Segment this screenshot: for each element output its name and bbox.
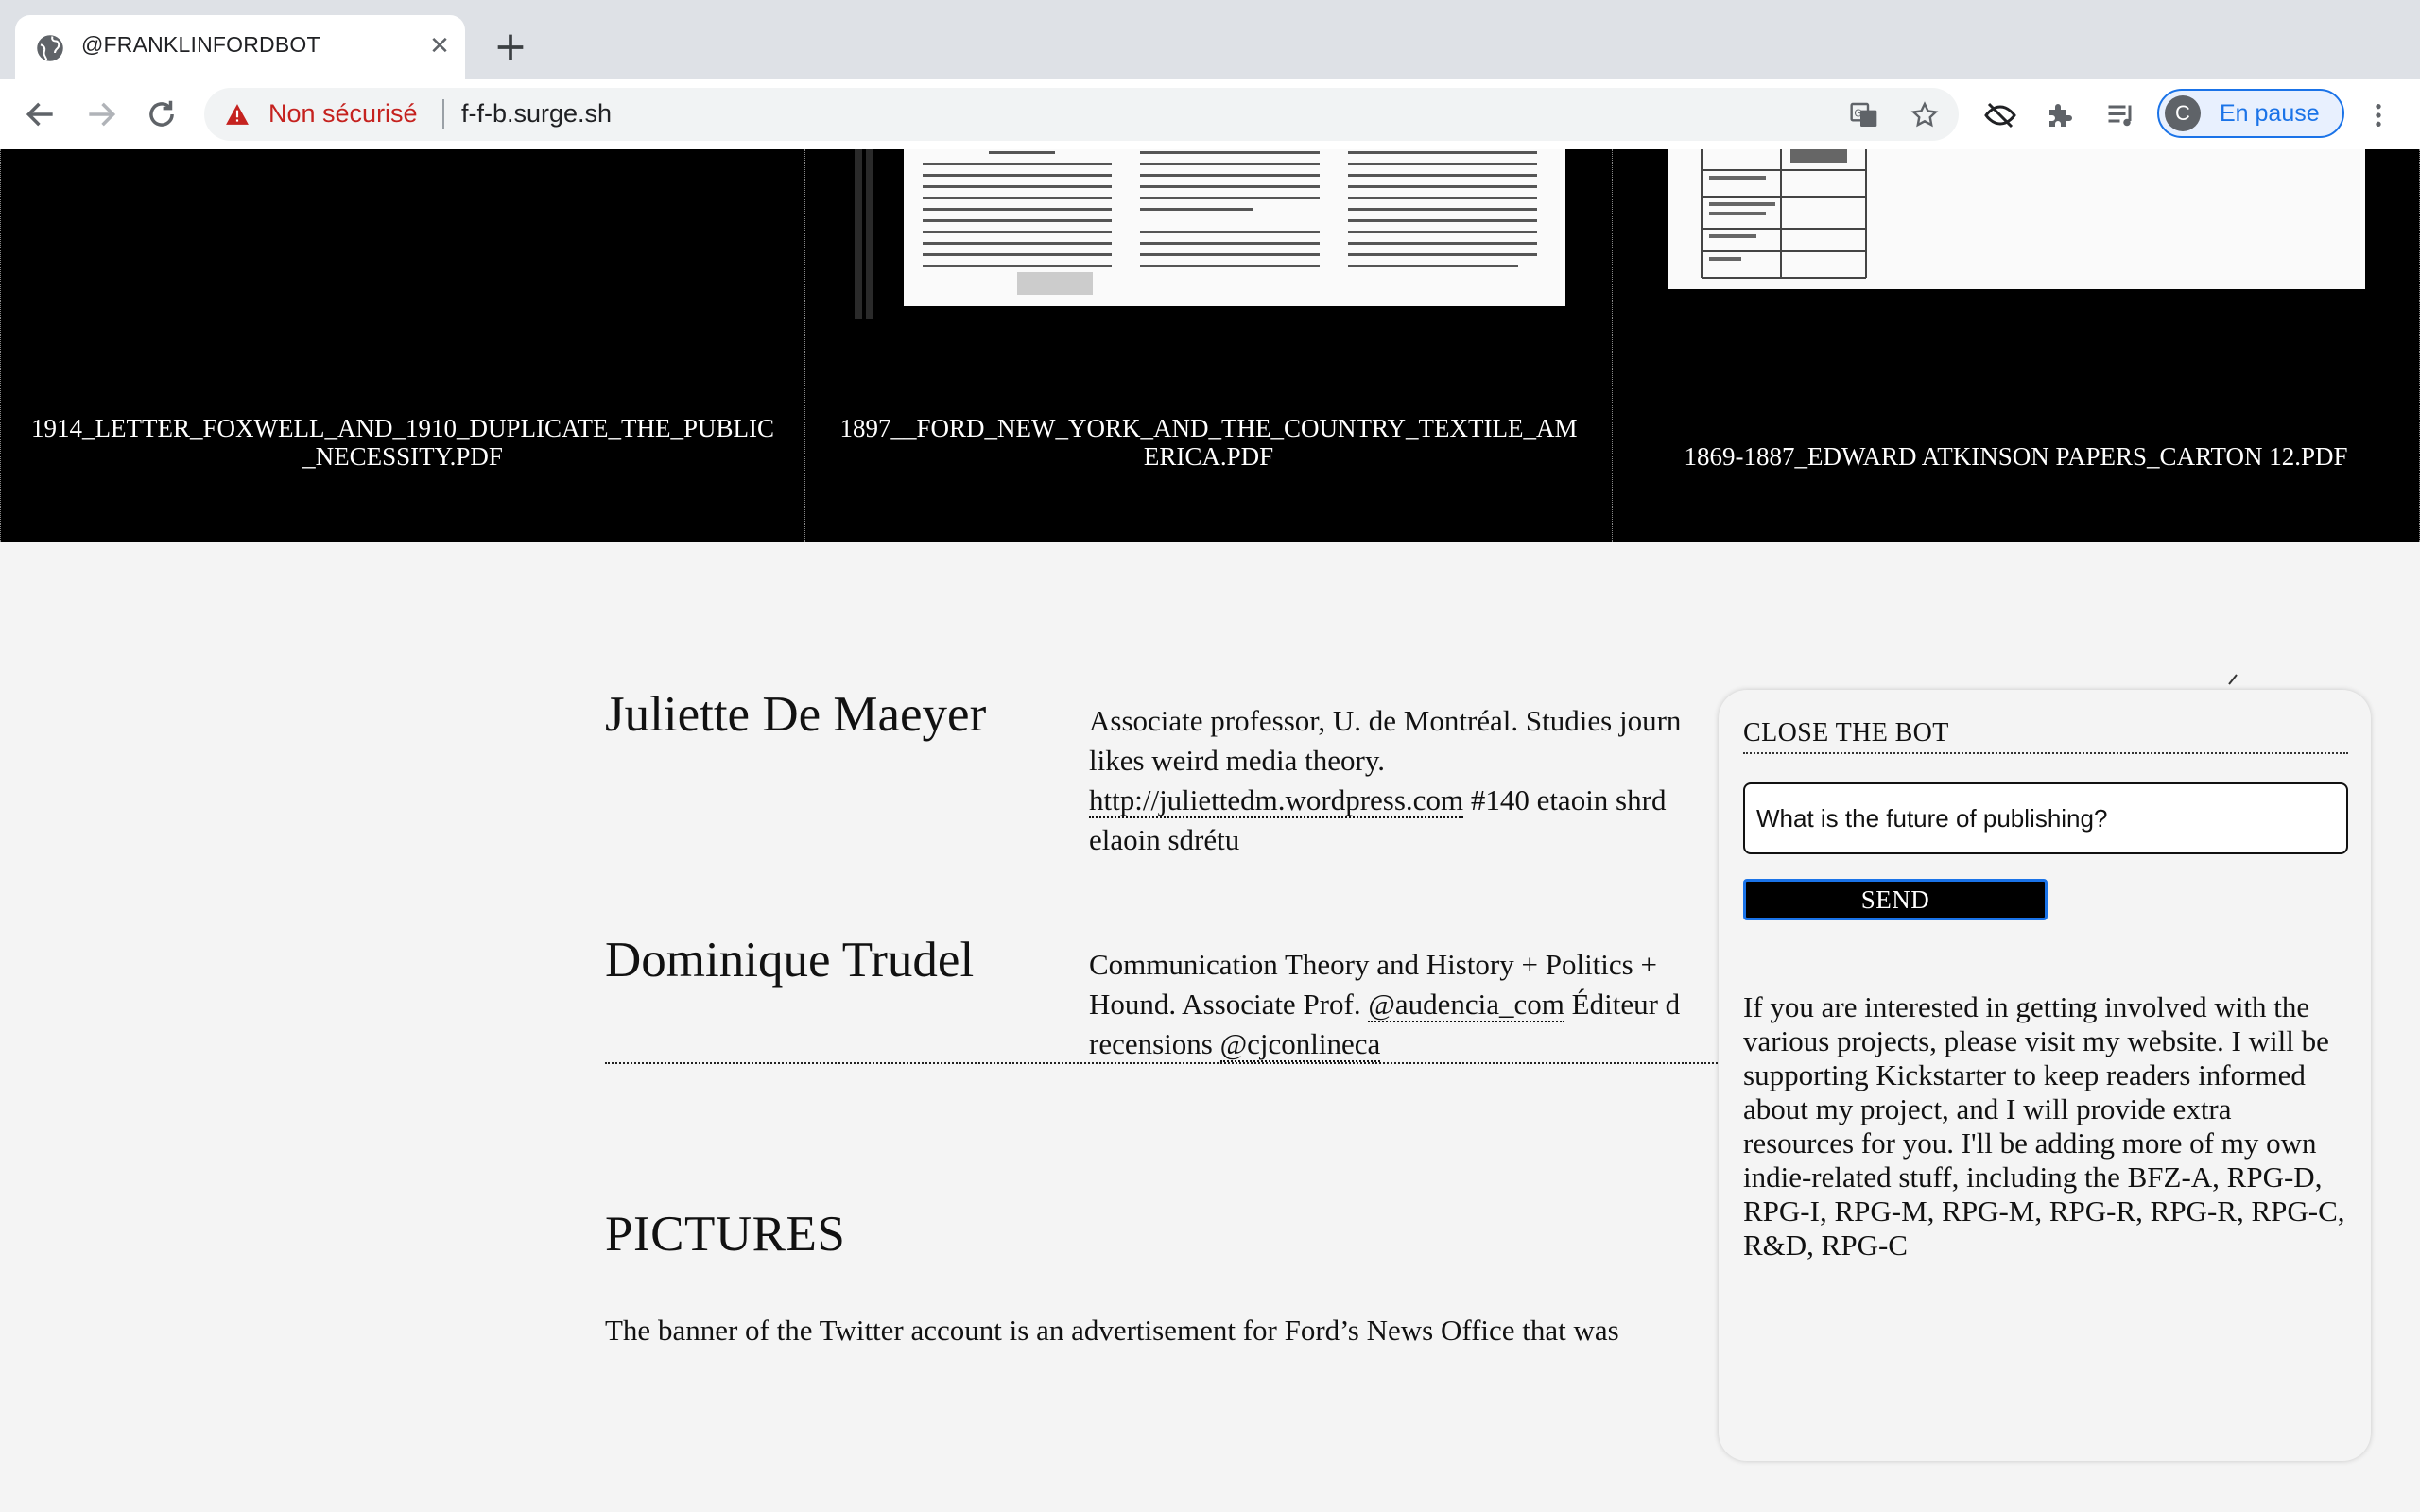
send-button[interactable]: SEND [1743, 879, 2048, 920]
bio-text: Associate professor, U. de Montréal. Stu… [1089, 704, 1682, 777]
checkmark-icon [2228, 674, 2238, 685]
bookmark-star-icon[interactable] [1910, 100, 1940, 130]
extension-eye-icon[interactable] [1983, 98, 2017, 132]
scan-text-lines [923, 151, 1537, 295]
forward-icon[interactable] [83, 96, 119, 132]
document-scan-image [1668, 149, 2365, 289]
extensions-puzzle-icon[interactable] [2044, 98, 2078, 132]
browser-tab[interactable]: @FRANKLINFORDBOT ✕ [15, 15, 465, 79]
gallery-caption[interactable]: 1897__FORD_NEW_YORK_AND_THE_COUNTRY_TEXT… [834, 414, 1583, 471]
more-menu-icon[interactable] [2363, 98, 2394, 132]
bio-link[interactable]: @cjconlineca [1219, 1027, 1381, 1062]
document-scan-image [904, 149, 1565, 306]
person-bio: Associate professor, U. de Montréal. Stu… [1089, 701, 1732, 860]
section-title: PICTURES [605, 1207, 846, 1262]
profile-button[interactable]: C En pause [2157, 89, 2344, 138]
page-viewport: 1914_LETTER_FOXWELL_AND_1910_DUPLICATE_T… [0, 149, 2420, 1512]
section-divider [605, 1062, 1739, 1064]
scan-form-lines [1701, 149, 1867, 279]
close-tab-icon[interactable]: ✕ [425, 32, 454, 60]
globe-icon [37, 35, 63, 61]
bio-link[interactable]: @audencia_com [1368, 988, 1564, 1022]
person-name: Dominique Trudel [605, 933, 975, 988]
bio-link[interactable]: http://juliettedm.wordpress.com [1089, 783, 1464, 818]
back-icon[interactable] [23, 96, 59, 132]
document-gallery: 1914_LETTER_FOXWELL_AND_1910_DUPLICATE_T… [0, 149, 2420, 542]
url-text[interactable]: f-f-b.surge.sh [461, 99, 612, 129]
translate-icon[interactable]: G [1849, 100, 1879, 130]
person-name: Juliette De Maeyer [605, 687, 987, 742]
gallery-item[interactable]: 1914_LETTER_FOXWELL_AND_1910_DUPLICATE_T… [0, 149, 805, 542]
gallery-caption[interactable]: 1914_LETTER_FOXWELL_AND_1910_DUPLICATE_T… [29, 414, 776, 471]
warning-icon [226, 104, 249, 125]
new-tab-icon[interactable] [492, 28, 529, 66]
bot-reply: If you are interested in getting involve… [1743, 990, 2345, 1262]
person-bio: Communication Theory and History + Polit… [1089, 945, 1732, 1064]
security-label[interactable]: Non sécurisé [268, 99, 418, 129]
gallery-caption[interactable]: 1869-1887_EDWARD ATKINSON PAPERS_CARTON … [1641, 442, 2391, 471]
bot-question-input[interactable]: What is the future of publishing? [1743, 782, 2348, 854]
scan-watermark [855, 149, 873, 319]
gallery-item[interactable]: 1869-1887_EDWARD ATKINSON PAPERS_CARTON … [1613, 149, 2420, 542]
gallery-item[interactable]: 1897__FORD_NEW_YORK_AND_THE_COUNTRY_TEXT… [805, 149, 1613, 542]
avatar: C [2165, 95, 2201, 131]
tab-strip: @FRANKLINFORDBOT ✕ [0, 0, 2420, 79]
media-queue-icon[interactable] [2104, 98, 2138, 132]
tab-title: @FRANKLINFORDBOT [81, 32, 320, 57]
section-paragraph: The banner of the Twitter account is an … [605, 1314, 1619, 1347]
close-bot-link[interactable]: CLOSE THE BOT [1743, 718, 2348, 754]
divider [442, 99, 444, 129]
browser-toolbar: Non sécurisé f-f-b.surge.sh G C En pause [0, 79, 2420, 150]
profile-status: En pause [2220, 100, 2320, 127]
svg-text:G: G [1854, 107, 1861, 119]
address-bar[interactable]: Non sécurisé f-f-b.surge.sh G [204, 88, 1959, 141]
bot-panel: CLOSE THE BOT What is the future of publ… [1719, 690, 2371, 1461]
reload-icon[interactable] [144, 96, 180, 132]
